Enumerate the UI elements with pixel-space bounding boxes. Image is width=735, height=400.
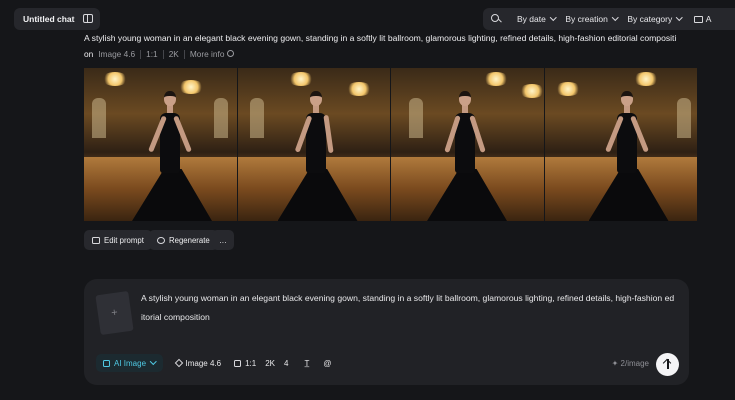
spark-icon: ✦ (611, 359, 621, 368)
chandelier (632, 72, 659, 86)
chevron-down-icon (676, 14, 683, 21)
prompt-input[interactable]: A stylish young woman in an elegant blac… (141, 289, 676, 327)
chevron-down-icon (611, 14, 619, 21)
reference-image-slot[interactable]: + (95, 290, 134, 336)
chat-title-button[interactable]: Untitled chat (14, 8, 100, 30)
window (409, 98, 423, 138)
more-actions-button[interactable]: … (212, 230, 234, 250)
model-icon (174, 358, 183, 368)
credit-cost: ✦ 2/image (611, 359, 649, 368)
divider (183, 49, 185, 59)
resolution-label: 2K (168, 49, 179, 59)
at-icon[interactable]: @ (323, 359, 331, 368)
generated-image-1[interactable] (84, 68, 237, 221)
chevron-down-icon (150, 358, 157, 365)
result-prompt: A stylish young woman in an elegant blac… (84, 33, 677, 43)
ratio-icon (234, 359, 242, 367)
info-icon (227, 50, 235, 57)
divider (162, 49, 164, 59)
chevron-down-icon (549, 14, 557, 21)
window (676, 98, 691, 138)
generated-image-3[interactable] (391, 68, 544, 221)
generated-image-4[interactable] (544, 68, 697, 221)
edit-icon (92, 236, 100, 244)
ratio-selector[interactable]: 1:1 (234, 359, 256, 368)
window (92, 98, 106, 138)
text-style-icon[interactable]: T̲ (304, 359, 309, 368)
resolution-selector[interactable]: 2K (265, 359, 275, 368)
generated-image-2[interactable] (237, 68, 390, 221)
more-info-link[interactable]: More info (190, 49, 235, 59)
chandelier (287, 72, 314, 86)
window (249, 98, 264, 138)
chat-title: Untitled chat (23, 14, 75, 24)
woman-figure (427, 91, 507, 221)
count-selector[interactable]: 4 (284, 359, 288, 368)
sidebar-icon[interactable] (83, 14, 93, 23)
ratio-label: 1:1 (146, 49, 158, 59)
on-label: on (84, 49, 94, 59)
generated-images (84, 68, 697, 221)
folder-icon[interactable] (693, 15, 703, 23)
chandelier (519, 84, 544, 98)
add-icon: + (110, 306, 119, 320)
image-icon (103, 359, 110, 367)
regenerate-button[interactable]: Regenerate (149, 230, 218, 250)
regenerate-icon (157, 236, 165, 244)
woman-figure (588, 91, 669, 221)
send-button[interactable] (656, 353, 679, 376)
model-selector[interactable]: Image 4.6 (174, 358, 221, 368)
chandelier (483, 72, 509, 86)
filter-by-date[interactable]: By date (517, 14, 557, 24)
search-icon[interactable] (485, 8, 507, 30)
filter-truncated[interactable]: A (706, 14, 712, 24)
composer: + A stylish young woman in an elegant bl… (84, 279, 689, 385)
window (214, 98, 228, 138)
filter-by-creation[interactable]: By creation (565, 14, 619, 24)
mode-selector[interactable]: AI Image (96, 354, 163, 372)
woman-figure (132, 91, 212, 221)
filter-by-category[interactable]: By category (627, 14, 683, 24)
divider (140, 49, 142, 59)
woman-figure (277, 91, 358, 221)
filter-bar: By date By creation By category A (483, 8, 735, 30)
model-label: Image 4.6 (98, 49, 136, 59)
chandelier (345, 82, 372, 96)
result-meta: on Image 4.6 1:1 2K More info (84, 49, 235, 59)
edit-prompt-button[interactable]: Edit prompt (84, 230, 152, 250)
chandelier (102, 72, 128, 86)
chandelier (554, 82, 581, 96)
composer-toolbar: AI Image Image 4.6 1:1 2K 4 T̲ @ (96, 354, 331, 372)
